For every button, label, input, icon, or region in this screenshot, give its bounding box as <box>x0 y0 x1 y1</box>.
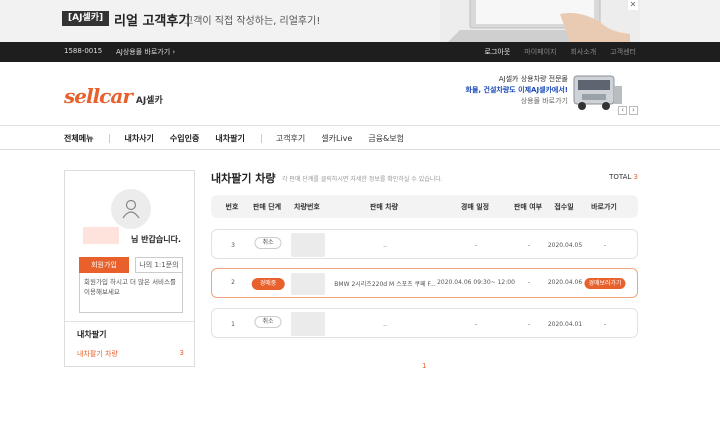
row-go: - <box>603 321 607 328</box>
table-row[interactable]: 1 취소 .. - - 2020.04.01 - <box>211 308 638 338</box>
car-thumbnail <box>291 312 325 336</box>
nav-all-menu[interactable]: 전체메뉴 <box>64 133 93 144</box>
truck-image <box>573 75 622 110</box>
col-go: 바로가기 <box>591 203 617 211</box>
col-sold: 판매 여부 <box>513 203 543 211</box>
logo[interactable]: sellcar AJ셀카 <box>64 84 163 108</box>
logout-link[interactable]: 로그아웃 <box>485 47 511 57</box>
username-blurred <box>83 227 119 244</box>
total-number: 3 <box>633 173 638 181</box>
total-label: TOTAL <box>609 173 632 181</box>
avatar <box>111 189 151 229</box>
row-schedule: - <box>474 242 478 249</box>
commercial-mall-ad[interactable]: AJ셀카 상용차량 전문몰 화물, 건설차량도 이제AJ셀카에서! 상용몰 바로… <box>466 72 640 124</box>
page-title: 내차팔기 차량 <box>211 172 276 185</box>
row-sold: - <box>527 242 531 249</box>
sidebar-section-title: 내차팔기 <box>77 330 107 339</box>
table-row[interactable]: 2 경매중 BMW 2시리즈220d M 스포츠 쿠페 F... 2020.04… <box>211 268 638 298</box>
nav-reviews[interactable]: 고객후기 <box>276 133 305 144</box>
next-arrow-icon[interactable]: › <box>629 106 638 115</box>
col-schedule: 경매 일정 <box>460 203 490 211</box>
row-date: 2020.04.01 <box>547 321 583 328</box>
nav-finance-insurance[interactable]: 금융&보험 <box>368 133 404 144</box>
table-header: 번호 판매 단계 차량번호 판매 차량 경매 일정 판매 여부 접수일 바로가기 <box>211 195 638 218</box>
car-thumbnail <box>291 233 325 257</box>
total-count: TOTAL 3 <box>609 173 638 181</box>
banner-subtitle: 고객이 직접 작성하는, 리얼후기! <box>184 16 321 27</box>
stage-badge[interactable]: 취소 <box>254 316 282 328</box>
row-schedule: 2020.04.06 09:30~ 12:00 <box>437 279 515 286</box>
banner-tag: [AJ셀카] <box>62 11 110 26</box>
row-no: 1 <box>231 321 235 328</box>
divider <box>65 321 194 322</box>
user-icon <box>122 199 140 219</box>
car-thumbnail <box>291 273 325 295</box>
row-car: .. <box>383 321 387 328</box>
page-description: 각 판매 단계를 클릭하시면 자세한 정보를 확인하실 수 있습니다. <box>282 176 443 183</box>
sidebar-item-sell-cars[interactable]: 내차팔기 차량 <box>77 349 118 359</box>
top-utility-bar: 1588-0015 AJ상용몰 바로가기 › 로그아웃 마이페이지 회사소개 고… <box>0 42 720 62</box>
laptop-image <box>440 0 640 42</box>
row-schedule: - <box>474 321 478 328</box>
logo-sub: AJ셀카 <box>135 96 163 106</box>
greeting-text: 님 반갑습니다. <box>131 235 181 244</box>
nav-divider <box>109 134 111 143</box>
sidebar-item-count: 3 <box>179 349 184 357</box>
nav-divider <box>260 134 262 143</box>
banner-title: 리얼 고객후기 <box>114 14 191 29</box>
nav-import-cert[interactable]: 수입인증 <box>170 133 199 144</box>
table-row[interactable]: 3 취소 .. - - 2020.04.05 - <box>211 229 638 259</box>
mypage-sidebar: 님 반갑습니다. 회원가입 나의 1:1문의 회원가입 하시고 더 많은 서비스… <box>64 170 195 367</box>
join-note: 회원가입 하시고 더 많은 서비스를 이용해보세요 <box>79 273 183 313</box>
main-nav: 전체메뉴 내차사기 수입인증 내차팔기 고객후기 셀카Live 금융&보험 <box>0 126 720 150</box>
close-icon[interactable]: ✕ <box>628 0 638 10</box>
support-link[interactable]: 고객센터 <box>610 47 636 57</box>
mypage-link[interactable]: 마이페이지 <box>524 47 556 57</box>
row-no: 2 <box>231 279 235 286</box>
logo-brand: sellcar <box>64 84 133 108</box>
row-no: 3 <box>231 242 235 249</box>
col-no: 번호 <box>225 203 239 211</box>
stage-badge[interactable]: 취소 <box>254 237 282 249</box>
shop-link[interactable]: AJ상용몰 바로가기 › <box>116 47 175 57</box>
nav-buy-car[interactable]: 내차사기 <box>124 133 153 144</box>
qna-button[interactable]: 나의 1:1문의 <box>135 257 183 273</box>
ad-line-3[interactable]: 상용몰 바로가기 <box>521 96 568 106</box>
ad-banner[interactable]: [AJ셀카] 리얼 고객후기 고객이 직접 작성하는, 리얼후기! ✕ <box>0 0 720 42</box>
go-auction-button[interactable]: 경매보러가기 <box>584 278 626 289</box>
row-date: 2020.04.06 <box>547 279 583 286</box>
prev-arrow-icon[interactable]: ‹ <box>618 106 627 115</box>
site-header: sellcar AJ셀카 AJ셀카 상용차량 전문몰 화물, 건설차량도 이제A… <box>0 62 720 126</box>
col-plate: 차량번호 <box>294 203 320 211</box>
col-car: 판매 차량 <box>369 203 399 211</box>
row-car: .. <box>383 242 387 249</box>
stage-badge[interactable]: 경매중 <box>251 278 285 290</box>
row-car: BMW 2시리즈220d M 스포츠 쿠페 F... <box>334 281 436 288</box>
col-stage: 판매 단계 <box>252 203 282 211</box>
nav-sellcar-live[interactable]: 셀카Live <box>321 133 352 144</box>
ad-line-2: 화물, 건설차량도 이제AJ셀카에서! <box>465 86 568 94</box>
row-sold: - <box>527 279 531 286</box>
row-sold: - <box>527 321 531 328</box>
row-go: - <box>603 242 607 249</box>
shop-link-label: AJ상용몰 바로가기 <box>116 48 171 56</box>
pagination-current-page[interactable]: 1 <box>422 362 426 370</box>
join-button[interactable]: 회원가입 <box>79 257 129 273</box>
company-link[interactable]: 회사소개 <box>570 47 596 57</box>
ad-line-1: AJ셀카 상용차량 전문몰 <box>498 75 568 83</box>
phone-number: 1588-0015 <box>64 47 103 55</box>
row-date: 2020.04.05 <box>547 242 583 249</box>
col-date: 접수일 <box>554 203 574 211</box>
nav-sell-car[interactable]: 내차팔기 <box>215 133 244 144</box>
